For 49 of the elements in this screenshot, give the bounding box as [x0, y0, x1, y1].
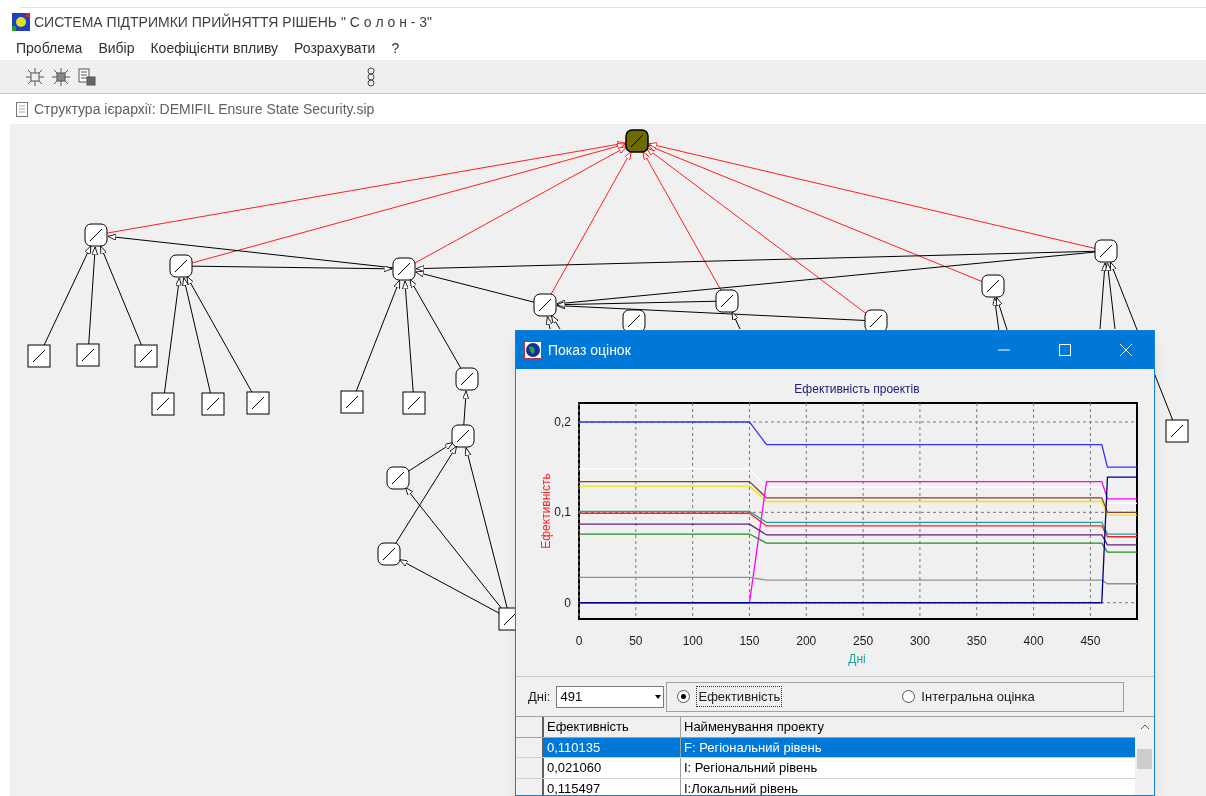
y-tick-label: 0,1 — [554, 505, 571, 520]
scrollbar[interactable] — [1135, 717, 1154, 795]
burst-icon[interactable] — [24, 65, 46, 88]
table-cell: 0,115497 — [544, 778, 681, 795]
table-cell: 0,021060 — [544, 758, 681, 778]
app-icon — [12, 13, 30, 31]
scroll-up-icon — [1139, 723, 1150, 731]
x-tick-label: 200 — [796, 634, 817, 648]
column-header[interactable]: Найменування проекту — [681, 717, 1135, 737]
menu-item[interactable]: Проблема — [16, 37, 83, 59]
days-label: Дні: — [528, 687, 551, 706]
x-tick-label: 50 — [629, 634, 643, 648]
globe-icon — [524, 341, 542, 359]
x-tick-label: 350 — [966, 634, 987, 648]
column-header[interactable]: Ефективність — [544, 717, 681, 737]
y-axis-label: Ефективність — [539, 473, 553, 549]
chain-icon[interactable] — [364, 65, 378, 88]
document-icon[interactable] — [76, 65, 98, 88]
x-tick-label: 0 — [575, 634, 583, 648]
table-cell: 0,110135 — [544, 737, 681, 757]
document-icon — [16, 101, 28, 117]
x-tick-label: 450 — [1080, 634, 1101, 648]
table-row[interactable]: 0,110135 F: Регіональний рівень — [516, 737, 1135, 758]
menu-item[interactable]: Розрахувати — [294, 37, 376, 59]
menu-item[interactable]: ? — [391, 37, 400, 59]
table-row[interactable]: 0,021060 I: Регіональний рівень — [516, 758, 1135, 779]
table-cell-text: F: Регіональний рівень — [683, 738, 823, 757]
radio-option[interactable]: Інтегральна оцінка — [902, 686, 1035, 707]
days-combo[interactable]: 491 — [556, 685, 665, 708]
x-tick-label: 300 — [909, 634, 930, 648]
x-tick-label: 250 — [853, 634, 874, 648]
chart-title: Ефективність проектів — [794, 382, 920, 396]
window-title: СИСТЕМА ПІДТРИМКИ ПРИЙНЯТТЯ РІШЕНЬ " С о л о н - 3" — [34, 12, 433, 32]
x-tick-label: 100 — [682, 634, 703, 648]
maximize-icon — [1059, 344, 1071, 356]
x-axis-label: Дні — [848, 652, 866, 666]
menu-item[interactable]: Коефіцієнти впливу — [150, 37, 279, 59]
hierarchy-path: Структура ієрархії: DEMIFIL Ensure State Security.sip — [34, 99, 375, 119]
close-icon — [1120, 344, 1132, 356]
table-cell-text: I: Регіональний рівень — [683, 759, 819, 777]
y-tick-label: 0 — [564, 595, 571, 610]
menu-item[interactable]: Вибір — [98, 37, 135, 59]
burst-icon[interactable] — [50, 65, 72, 88]
y-tick-label: 0,2 — [554, 415, 571, 429]
table-cell-text: I:Локальний рівень — [683, 779, 799, 795]
x-tick-label: 400 — [1023, 634, 1044, 648]
scrollbar-thumb[interactable] — [1137, 749, 1152, 769]
x-tick-label: 150 — [739, 634, 760, 648]
dialog-title: Показ оцінок — [548, 340, 632, 360]
